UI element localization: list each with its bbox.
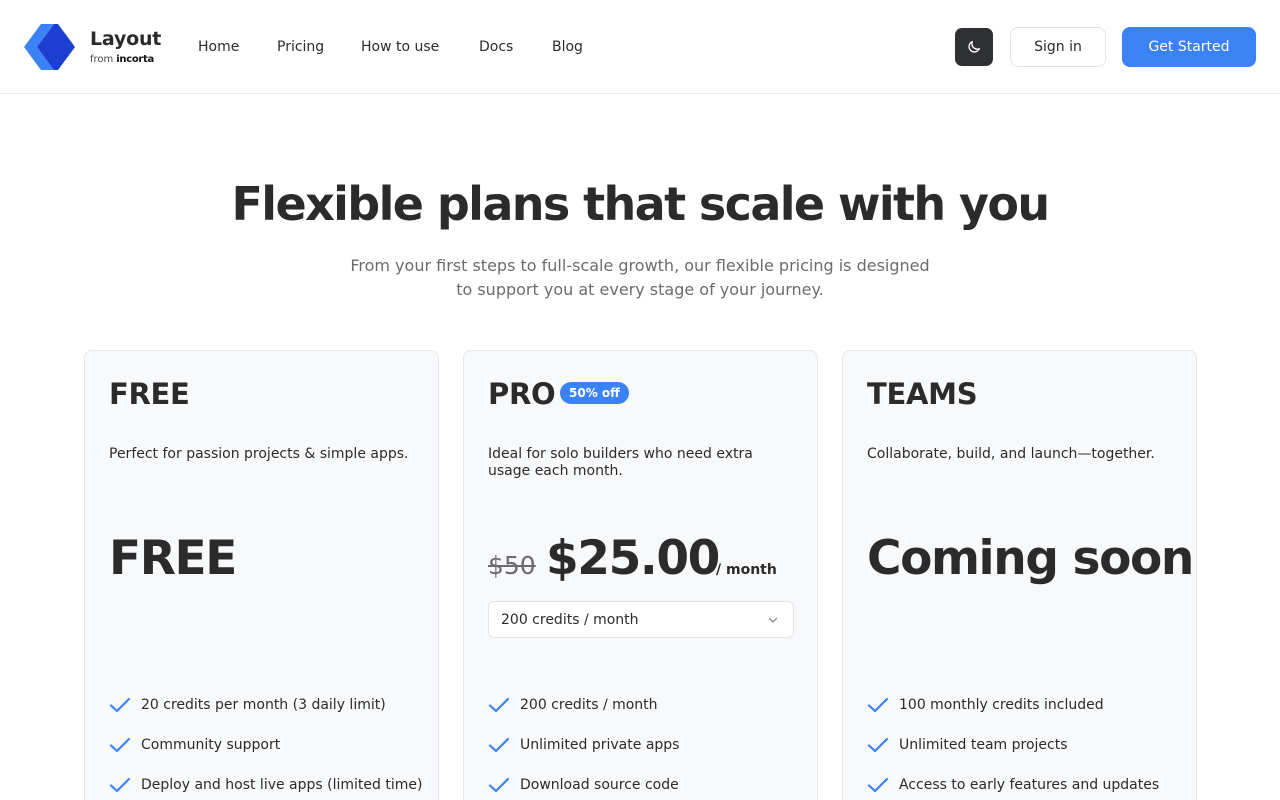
feature-text: Access to early features and updates bbox=[899, 777, 1160, 793]
credits-select[interactable]: 200 credits / month bbox=[488, 601, 794, 638]
chevron-down-icon bbox=[768, 617, 778, 623]
feature-text: Unlimited private apps bbox=[520, 737, 680, 753]
feature-text: Deploy and host live apps (limited time) bbox=[141, 777, 423, 793]
plan-description: Perfect for passion projects & simple ap… bbox=[109, 446, 409, 462]
check-icon bbox=[867, 777, 889, 793]
original-price: $50 bbox=[488, 551, 536, 580]
feature-text: Download source code bbox=[520, 777, 679, 793]
check-icon bbox=[109, 777, 131, 793]
get-started-button[interactable]: Get Started bbox=[1122, 27, 1256, 67]
check-icon bbox=[109, 697, 131, 713]
price-period: / month bbox=[716, 562, 777, 578]
feature-item: Access to early features and updates bbox=[867, 773, 1187, 797]
plan-description: Collaborate, build, and launch—together. bbox=[867, 446, 1155, 462]
feature-text: 200 credits / month bbox=[520, 697, 658, 713]
check-icon bbox=[867, 697, 889, 713]
check-icon bbox=[488, 697, 510, 713]
plan-description: Ideal for solo builders who need extra u… bbox=[488, 446, 753, 479]
plan-name: TEAMS bbox=[867, 377, 978, 411]
feature-text: 100 monthly credits included bbox=[899, 697, 1104, 713]
sign-in-button[interactable]: Sign in bbox=[1010, 27, 1106, 67]
page-subtitle: From your first steps to full-scale grow… bbox=[340, 254, 940, 302]
nav-pricing[interactable]: Pricing bbox=[277, 37, 324, 57]
feature-item: Unlimited team projects bbox=[867, 733, 1187, 757]
subtitle-line-1: From your first steps to full-scale grow… bbox=[350, 256, 930, 275]
feature-text: Unlimited team projects bbox=[899, 737, 1068, 753]
brand-from: from bbox=[90, 54, 114, 65]
brand-name: Layout bbox=[90, 28, 162, 50]
feature-item: 100 monthly credits included bbox=[867, 693, 1187, 717]
feature-item: 20 credits per month (3 daily limit) bbox=[109, 693, 429, 717]
plan-price: FREE bbox=[109, 531, 237, 586]
feature-item: 200 credits / month bbox=[488, 693, 808, 717]
nav-blog[interactable]: Blog bbox=[552, 37, 583, 57]
credits-select-value: 200 credits / month bbox=[501, 612, 639, 628]
check-icon bbox=[488, 777, 510, 793]
check-icon bbox=[109, 737, 131, 753]
plan-card-pro: PRO 50% off Ideal for solo builders who … bbox=[463, 350, 818, 800]
feature-text: Community support bbox=[141, 737, 281, 753]
plan-name: FREE bbox=[109, 377, 190, 411]
subtitle-line-2: to support you at every stage of your jo… bbox=[456, 280, 824, 299]
nav-docs[interactable]: Docs bbox=[479, 37, 513, 57]
feature-item: Deploy and host live apps (limited time) bbox=[109, 773, 429, 797]
feature-item: Unlimited private apps bbox=[488, 733, 808, 757]
top-navbar: Layout from incorta Home Pricing How to u… bbox=[0, 0, 1280, 94]
brand[interactable]: Layout from incorta bbox=[90, 27, 162, 65]
theme-toggle-button[interactable] bbox=[955, 28, 993, 66]
nav-home[interactable]: Home bbox=[198, 37, 239, 57]
feature-item: Community support bbox=[109, 733, 429, 757]
nav-how-to-use[interactable]: How to use bbox=[361, 37, 439, 57]
plan-card-teams: TEAMS Collaborate, build, and launch—tog… bbox=[842, 350, 1197, 800]
plan-price: $25.00 bbox=[546, 531, 720, 586]
moon-icon bbox=[968, 41, 980, 53]
plan-name: PRO bbox=[488, 377, 556, 411]
plan-card-free: FREE Perfect for passion projects & simp… bbox=[84, 350, 439, 800]
brand-subtitle: from incorta bbox=[90, 54, 154, 66]
incorta-logo: incorta bbox=[116, 54, 154, 65]
layout-logo-icon[interactable] bbox=[24, 24, 76, 70]
feature-text: 20 credits per month (3 daily limit) bbox=[141, 697, 386, 713]
plan-price: Coming soon bbox=[867, 531, 1194, 586]
check-icon bbox=[488, 737, 510, 753]
feature-item: Download source code bbox=[488, 773, 808, 797]
discount-badge: 50% off bbox=[560, 382, 629, 404]
page-title: Flexible plans that scale with you bbox=[231, 177, 1050, 231]
check-icon bbox=[867, 737, 889, 753]
